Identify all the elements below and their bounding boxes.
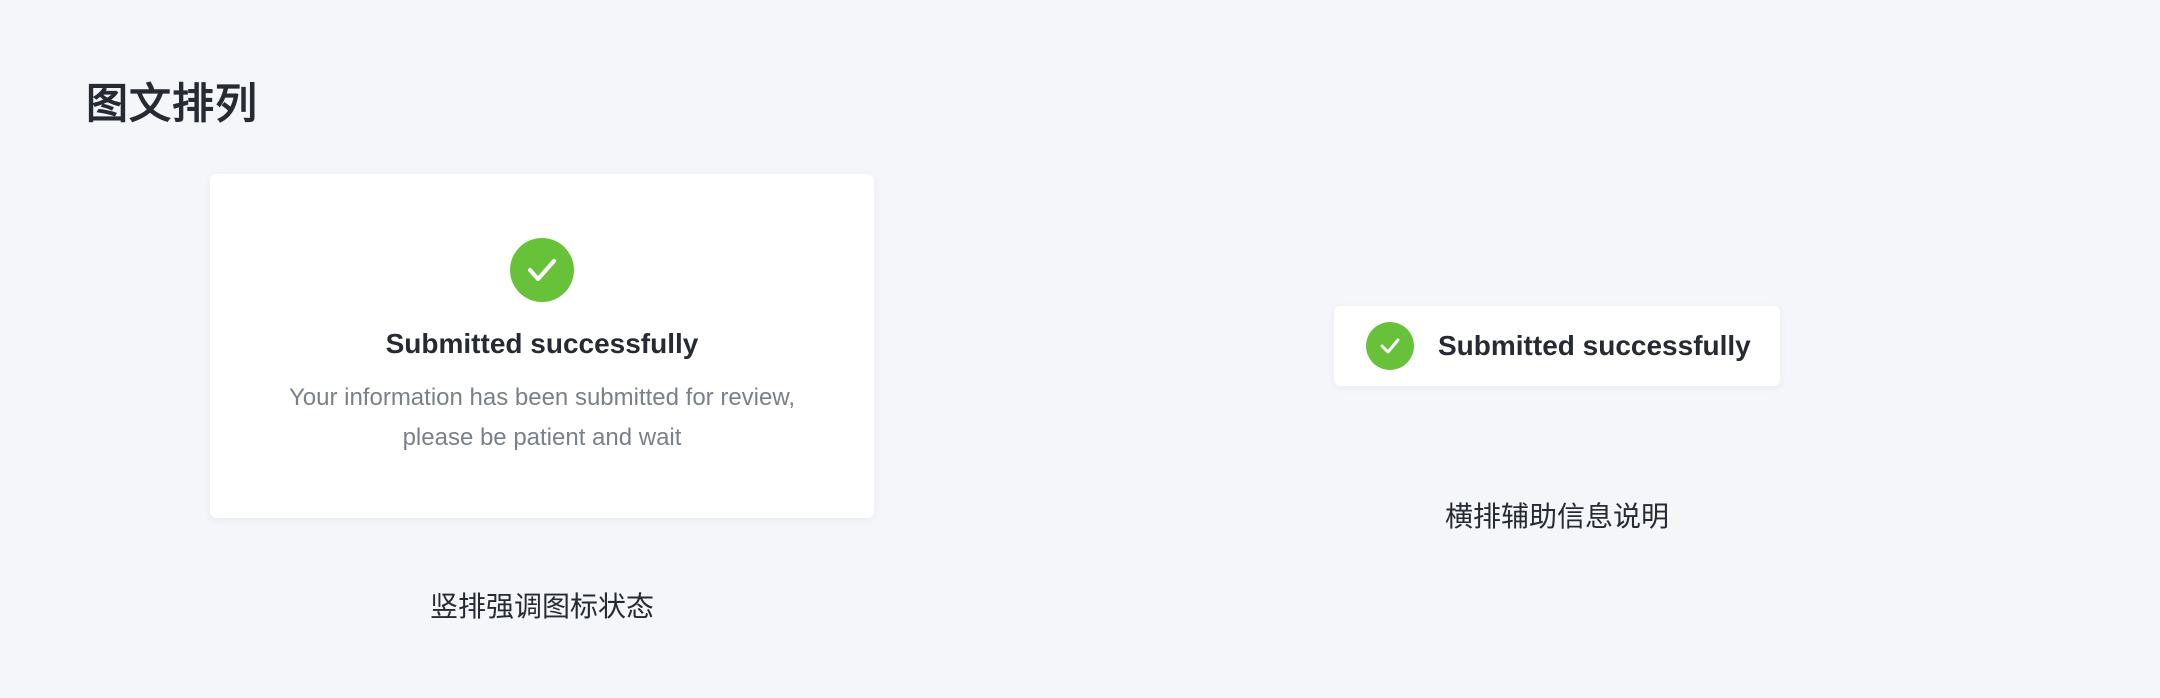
- check-circle-icon: [510, 238, 574, 302]
- check-circle-icon: [1366, 322, 1414, 370]
- result-title: Submitted successfully: [1438, 330, 1751, 361]
- horizontal-layout-caption: 横排辅助信息说明: [1444, 500, 1669, 533]
- horizontal-result-card: Submitted successfully: [1334, 306, 1780, 386]
- result-description: Your information has been submitted for …: [270, 378, 814, 458]
- section-title: 图文排列: [86, 79, 259, 128]
- checkmark-icon: [528, 259, 556, 281]
- result-title: Submitted successfully: [385, 328, 699, 359]
- vertical-result-card: Submitted successfully Your information …: [210, 174, 874, 518]
- checkmark-icon: [1380, 338, 1400, 354]
- result-description-line: please be patient and wait: [402, 424, 682, 451]
- result-description-line: Your information has been submitted for …: [288, 384, 796, 411]
- vertical-layout-caption: 竖排强调图标状态: [429, 590, 654, 623]
